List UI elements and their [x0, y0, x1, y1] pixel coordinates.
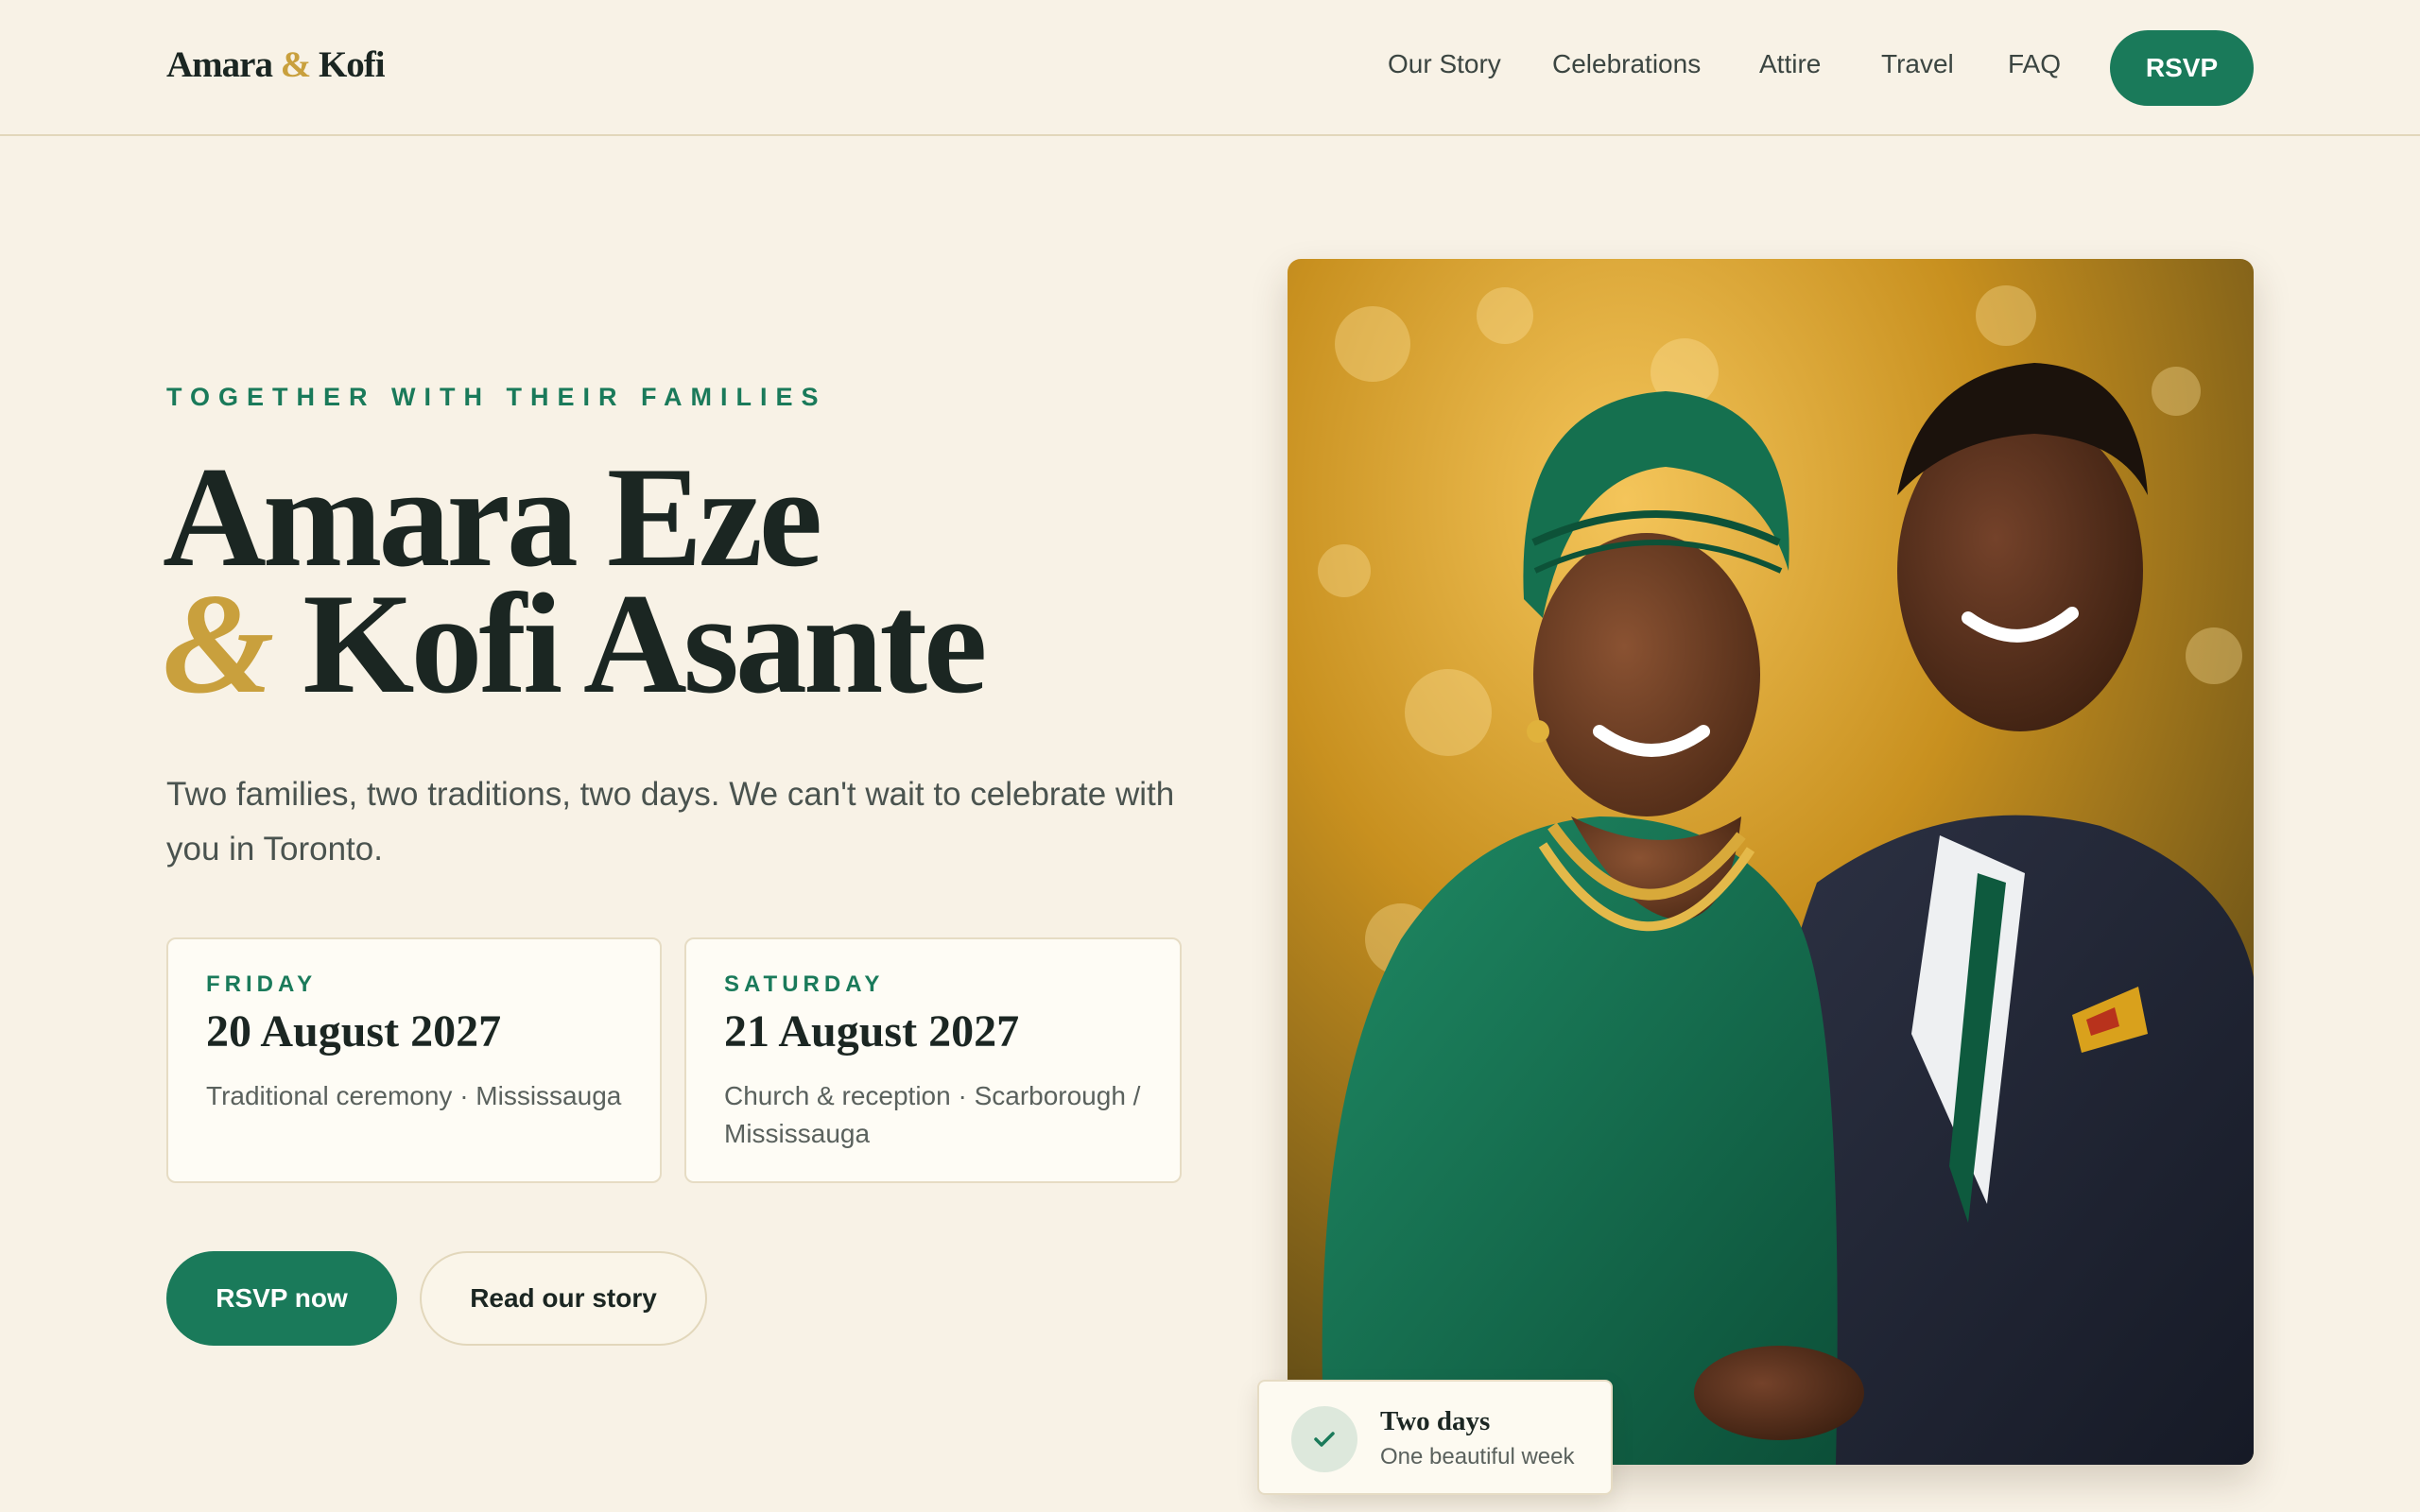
event-day: SATURDAY — [724, 971, 885, 997]
check-icon — [1291, 1406, 1357, 1472]
page: Amara & Kofi Our Story Celebrations Atti… — [0, 0, 2420, 1512]
brand-name-second: Kofi — [318, 44, 386, 85]
hero-eyebrow: TOGETHER WITH THEIR FAMILIES — [166, 383, 827, 411]
hero-title: Amara Eze & Kofi Asante — [163, 445, 987, 715]
nav-our-story[interactable]: Our Story — [1388, 49, 1501, 79]
badge-title: Two days — [1380, 1406, 1491, 1436]
hero-title-ampersand: & — [163, 564, 274, 723]
event-date: 21 August 2027 — [724, 1006, 1020, 1057]
brand-name-first: Amara — [166, 44, 273, 85]
hero-title-line2: Kofi Asante — [302, 564, 987, 723]
event-detail: Traditional ceremony · Mississauga — [206, 1081, 622, 1110]
site-header: Amara & Kofi Our Story Celebrations Atti… — [0, 0, 2420, 136]
event-card-friday: FRIDAY 20 August 2027 Traditional ceremo… — [166, 937, 662, 1183]
header-rsvp-button[interactable]: RSVP — [2110, 30, 2254, 106]
two-days-badge: Two days One beautiful week — [1257, 1380, 1613, 1495]
brand-logo[interactable]: Amara & Kofi — [166, 43, 386, 86]
nav-attire[interactable]: Attire — [1759, 49, 1821, 79]
hero-subtitle: Two families, two traditions, two days. … — [166, 776, 1175, 868]
nav-celebrations[interactable]: Celebrations — [1552, 49, 1701, 79]
brand-ampersand: & — [280, 44, 311, 85]
read-our-story-button[interactable]: Read our story — [420, 1251, 707, 1346]
event-detail: Church & reception · Scarborough / Missi… — [724, 1081, 1141, 1148]
nav-faq[interactable]: FAQ — [2008, 49, 2061, 79]
couple-photo — [1288, 259, 2254, 1465]
nav-travel[interactable]: Travel — [1881, 49, 1954, 79]
event-card-saturday: SATURDAY 21 August 2027 Church & recepti… — [684, 937, 1182, 1183]
rsvp-now-button[interactable]: RSVP now — [166, 1251, 397, 1346]
event-day: FRIDAY — [206, 971, 318, 997]
badge-subtitle: One beautiful week — [1380, 1444, 1575, 1469]
couple-illustration — [1288, 259, 2254, 1465]
event-date: 20 August 2027 — [206, 1006, 502, 1057]
